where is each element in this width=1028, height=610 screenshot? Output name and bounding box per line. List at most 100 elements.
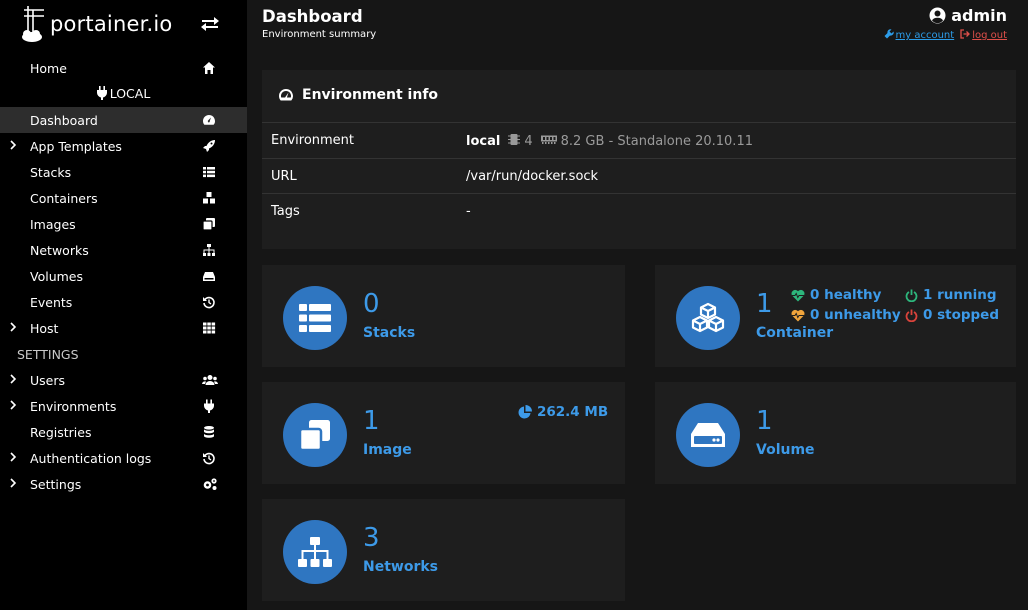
stopped-count: 0 stopped xyxy=(923,307,1000,323)
row-value: - xyxy=(466,204,471,219)
sidebar-item-dashboard[interactable]: Dashboard xyxy=(0,107,247,133)
my-account-link[interactable]: my account xyxy=(884,29,954,41)
sidebar-item-events[interactable]: Events xyxy=(0,289,247,315)
networks-label: Networks xyxy=(363,559,439,575)
environment-type: - Standalone 20.10.11 xyxy=(608,134,753,149)
environment-info-header: Environment info xyxy=(278,87,438,103)
images-size-stat: 262.4 MB xyxy=(518,404,608,420)
sidebar-item-networks[interactable]: Networks xyxy=(0,237,247,263)
portainer-logo[interactable]: portainer.io xyxy=(20,2,172,46)
volumes-label: Volume xyxy=(756,442,815,458)
sidebar-item-volumes[interactable]: Volumes xyxy=(0,263,247,289)
sidebar-item-label: Events xyxy=(30,295,73,310)
plug-icon xyxy=(96,86,107,103)
environment-row: Environment local 4 8.2 GB - Standalone … xyxy=(262,122,1016,157)
username: admin xyxy=(951,6,1007,25)
log-out-link[interactable]: log out xyxy=(960,29,1007,41)
sidebar-item-app-templates[interactable]: App Templates xyxy=(0,133,247,159)
page-title: Dashboard xyxy=(262,7,363,26)
sidebar-item-label: App Templates xyxy=(30,139,122,154)
user-links: my account log out xyxy=(884,29,1007,41)
containers-count: 1 xyxy=(756,289,773,319)
healthy-count: 0 healthy xyxy=(810,287,882,303)
sidebar-item-stacks[interactable]: Stacks xyxy=(0,159,247,185)
power-off-icon xyxy=(905,289,918,302)
volumes-card[interactable]: 1 Volume xyxy=(655,382,1016,484)
log-out-label: log out xyxy=(972,30,1007,41)
row-key: URL xyxy=(271,169,297,184)
row-key: Environment xyxy=(271,133,355,148)
sidebar-item-label: Images xyxy=(30,217,76,232)
unhealthy-stat: 0 unhealthy xyxy=(791,307,901,323)
heartbeat-icon xyxy=(791,289,805,301)
images-card[interactable]: 1 Image 262.4 MB xyxy=(262,382,625,484)
chevron-right-icon xyxy=(10,140,17,150)
power-off-icon xyxy=(905,309,918,322)
settings-section-header: SETTINGS xyxy=(17,347,79,362)
stacks-label: Stacks xyxy=(363,325,416,341)
networks-count: 3 xyxy=(363,523,380,553)
brand-name: portainer.io xyxy=(50,12,173,36)
chevron-right-icon xyxy=(10,374,17,384)
sidebar-item-home[interactable]: Home xyxy=(0,55,247,81)
sidebar-item-authentication-logs[interactable]: Authentication logs xyxy=(0,445,247,471)
environment-info-panel: Environment info Environment local 4 8.2… xyxy=(262,70,1016,249)
sidebar-item-images[interactable]: Images xyxy=(0,211,247,237)
sidebar-item-label: Stacks xyxy=(30,165,72,180)
user-circle-icon xyxy=(929,7,946,24)
row-value: /var/run/docker.sock xyxy=(466,169,599,184)
environment-header: LOCAL xyxy=(0,86,247,103)
sidebar-item-host[interactable]: Host xyxy=(0,315,247,341)
hdd-icon xyxy=(203,272,215,281)
switch-environment-icon[interactable] xyxy=(199,14,221,34)
row-value: local 4 8.2 GB - Standalone 20.10.11 xyxy=(466,133,753,150)
sidebar-item-label: Home xyxy=(30,61,67,76)
sidebar-item-label: Settings xyxy=(30,477,82,492)
home-icon xyxy=(203,62,215,74)
containers-label: Container xyxy=(756,325,834,341)
url-row: URL /var/run/docker.sock xyxy=(262,158,1016,193)
chevron-right-icon xyxy=(10,478,17,488)
stopped-stat: 0 stopped xyxy=(905,307,999,323)
running-count: 1 running xyxy=(923,287,997,303)
sidebar-item-label: Host xyxy=(30,321,59,336)
sidebar-item-environments[interactable]: Environments xyxy=(0,393,247,419)
chevron-right-icon xyxy=(10,452,17,462)
sitemap-icon xyxy=(203,244,215,256)
tags-row: Tags - xyxy=(262,193,1016,228)
sidebar-item-label: Dashboard xyxy=(30,113,98,128)
sign-out-icon xyxy=(960,29,971,39)
history-icon xyxy=(203,452,215,465)
sidebar-item-registries[interactable]: Registries xyxy=(0,419,247,445)
sidebar-item-containers[interactable]: Containers xyxy=(0,185,247,211)
sidebar-item-label: Users xyxy=(30,373,66,388)
th-icon xyxy=(203,322,216,334)
hdd-icon xyxy=(676,403,740,467)
portainer-crane-icon xyxy=(22,6,44,42)
tachometer-icon xyxy=(203,115,215,125)
cubes-icon xyxy=(676,286,740,350)
containers-card[interactable]: 1 Container 0 healthy 0 unhealthy 1 runn… xyxy=(655,265,1016,367)
sidebar-item-label: Authentication logs xyxy=(30,451,152,466)
sidebar-item-label: Networks xyxy=(30,243,89,258)
panel-title: Environment info xyxy=(302,87,439,103)
stacks-card[interactable]: 0 Stacks xyxy=(262,265,625,367)
microchip-icon xyxy=(508,133,521,150)
sidebar: portainer.io Home LOCAL Dashboard App Te… xyxy=(0,0,247,610)
tachometer-icon xyxy=(279,89,293,101)
clone-icon xyxy=(283,403,347,467)
memory-size: 8.2 GB xyxy=(560,134,605,149)
chevron-right-icon xyxy=(10,400,17,410)
images-count: 1 xyxy=(363,406,380,436)
healthy-stat: 0 healthy xyxy=(791,287,881,303)
volumes-count: 1 xyxy=(756,406,773,436)
heartbeat-icon xyxy=(791,309,805,321)
running-stat: 1 running xyxy=(905,287,997,303)
th-list-icon xyxy=(283,286,347,350)
sidebar-item-settings[interactable]: Settings xyxy=(0,471,247,497)
sidebar-item-users[interactable]: Users xyxy=(0,367,247,393)
history-icon xyxy=(203,296,215,309)
networks-card[interactable]: 3 Networks xyxy=(262,499,625,601)
unhealthy-count: 0 unhealthy xyxy=(810,307,901,323)
sidebar-item-label: Environments xyxy=(30,399,117,414)
